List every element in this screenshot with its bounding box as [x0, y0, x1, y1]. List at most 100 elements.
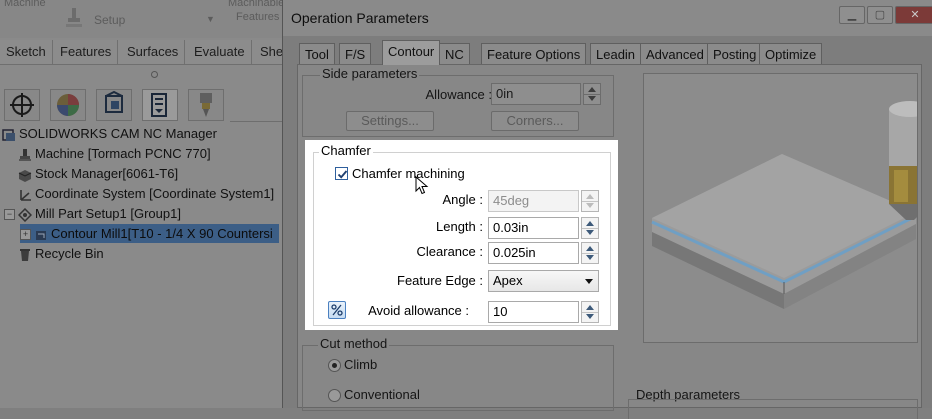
setup-icon[interactable] [64, 6, 84, 32]
tree-item-stock-manager[interactable]: Stock Manager[6061-T6] [18, 164, 178, 183]
tree-item-contour-mill[interactable]: + Contour Mill1[T10 - 1/4 X 90 Countersi [20, 224, 279, 243]
setup-toolbar-label[interactable]: Setup [94, 13, 125, 27]
angle-input[interactable]: 45deg [488, 190, 579, 212]
minimize-icon: ▁ [847, 9, 857, 21]
cam-feature-tree-icon [151, 93, 167, 117]
tab-tool[interactable]: Tool [299, 43, 335, 64]
tab-nc[interactable]: NC [439, 43, 470, 64]
recycle-bin-icon [20, 248, 30, 261]
climb-label[interactable]: Climb [344, 357, 377, 372]
allowance-label: Allowance : [425, 87, 492, 102]
mill-setup-icon [18, 207, 32, 222]
feature-edge-value: Apex [493, 273, 523, 288]
avoid-allowance-label: Avoid allowance : [368, 303, 469, 318]
machine-icon [19, 148, 31, 161]
nc-manager-icon [2, 128, 15, 141]
fm-tab-configuration[interactable] [96, 89, 132, 121]
depth-parameters-group [628, 399, 918, 419]
dialog-title: Operation Parameters [291, 10, 429, 26]
tree-item-mill-part-setup[interactable]: − Mill Part Setup1 [Group1] [4, 204, 181, 223]
close-button[interactable]: ✕ [895, 6, 932, 24]
tree-label: Contour Mill1[T10 - 1/4 X 90 Countersi [51, 226, 273, 241]
close-icon: ✕ [910, 9, 920, 21]
fm-tab-divider [230, 121, 286, 122]
climb-radio[interactable] [328, 359, 341, 372]
tree-label: Recycle Bin [35, 246, 104, 261]
tree-item-nc-manager[interactable]: SOLIDWORKS CAM NC Manager [2, 124, 217, 143]
tab-advanced[interactable]: Advanced [640, 43, 710, 64]
clearance-spinner[interactable] [581, 242, 599, 264]
contour-mill-icon [36, 230, 46, 240]
tree-item-machine[interactable]: Machine [Tormach PCNC 770] [18, 144, 211, 163]
appearance-sphere-icon [57, 94, 79, 116]
clearance-input[interactable]: 0.025in [488, 242, 579, 264]
conventional-label[interactable]: Conventional [344, 387, 420, 402]
corners-button[interactable]: Corners... [491, 111, 579, 131]
avoid-allowance-spinner[interactable] [581, 301, 599, 323]
machinable-toolbar-label[interactable]: Machinable [228, 0, 284, 9]
crosshair-icon [10, 93, 34, 117]
tab-contour[interactable]: Contour [382, 40, 441, 65]
cut-method-title: Cut method [318, 336, 390, 351]
feature-edge-select[interactable]: Apex [488, 270, 599, 292]
chamfer-title: Chamfer [319, 143, 373, 158]
tree-item-recycle-bin[interactable]: Recycle Bin [18, 244, 104, 263]
chamfer-machining-label[interactable]: Chamfer machining [352, 166, 465, 181]
length-input[interactable]: 0.03in [488, 217, 579, 239]
tab-fs[interactable]: F/S [339, 43, 372, 64]
chamfer-machining-checkbox[interactable] [335, 167, 348, 180]
machine-toolbar-label[interactable]: Machine [4, 0, 46, 9]
tab-optimize[interactable]: Optimize [759, 43, 823, 64]
cmdtab-features[interactable]: Features [54, 40, 119, 64]
tree-label: Mill Part Setup1 [Group1] [35, 206, 181, 221]
fm-tab-cam-feature-tree[interactable] [142, 89, 178, 121]
minimize-button[interactable]: ▁ [839, 6, 865, 24]
tree-label: Coordinate System [Coordinate System1] [35, 186, 275, 201]
tab-feature-options[interactable]: Feature Options [481, 43, 587, 64]
features-toolbar-label[interactable]: Features [236, 11, 279, 23]
cmdtab-evaluate[interactable]: Evaluate [188, 40, 252, 64]
tree-item-coordinate-system[interactable]: Coordinate System [Coordinate System1] [18, 184, 274, 203]
command-tabs: Sketch Features Surfaces Evaluate She [0, 40, 300, 65]
tree-label: Machine [Tormach PCNC 770] [35, 146, 211, 161]
panel-resize-handle[interactable] [151, 71, 158, 78]
tab-posting[interactable]: Posting [707, 43, 763, 64]
feature-manager-tabs [0, 89, 290, 123]
tree-label: Stock Manager[6061-T6] [35, 166, 179, 181]
percent-toggle-button[interactable] [328, 301, 346, 319]
dialog-titlebar[interactable]: Operation Parameters ▁ ▢ ✕ [283, 0, 932, 36]
maximize-icon: ▢ [874, 9, 886, 21]
fm-tab-cam-operation-tree[interactable] [188, 89, 224, 121]
length-spinner[interactable] [581, 217, 599, 239]
angle-label: Angle : [442, 192, 483, 207]
percent-icon [331, 304, 343, 316]
tree-label: SOLIDWORKS CAM NC Manager [19, 126, 217, 141]
length-label: Length : [436, 219, 483, 234]
coordinate-system-icon [20, 189, 31, 201]
avoid-allowance-input[interactable]: 10 [488, 301, 579, 323]
checkmark-icon [337, 170, 348, 179]
fm-tab-crosshair[interactable] [4, 89, 40, 121]
angle-spinner[interactable] [581, 190, 599, 212]
chamfer-preview-illustration [651, 101, 917, 309]
maximize-button[interactable]: ▢ [867, 6, 893, 24]
clearance-label: Clearance : [416, 244, 483, 259]
collapse-icon[interactable]: − [4, 209, 15, 221]
settings-button[interactable]: Settings... [346, 111, 434, 131]
allowance-spinner[interactable] [583, 83, 601, 105]
cmdtab-surfaces[interactable]: Surfaces [121, 40, 186, 64]
chamfer-group: Chamfer Chamfer machining Angle : 45deg … [305, 140, 618, 330]
configuration-cube-icon [105, 90, 123, 113]
expand-icon[interactable]: + [20, 229, 31, 241]
feature-edge-label: Feature Edge : [397, 273, 483, 288]
cmdtab-sketch[interactable]: Sketch [0, 40, 53, 64]
tab-leadin[interactable]: Leadin [590, 43, 642, 64]
setup-dropdown-icon[interactable]: ▼ [206, 14, 215, 24]
cam-operation-tree-icon [200, 93, 212, 117]
side-parameters-title: Side parameters [320, 66, 420, 81]
chevron-down-icon [585, 279, 593, 284]
stock-icon [18, 169, 32, 182]
allowance-input[interactable]: 0in [491, 83, 581, 105]
fm-tab-appearance[interactable] [50, 89, 86, 121]
conventional-radio[interactable] [328, 389, 341, 402]
